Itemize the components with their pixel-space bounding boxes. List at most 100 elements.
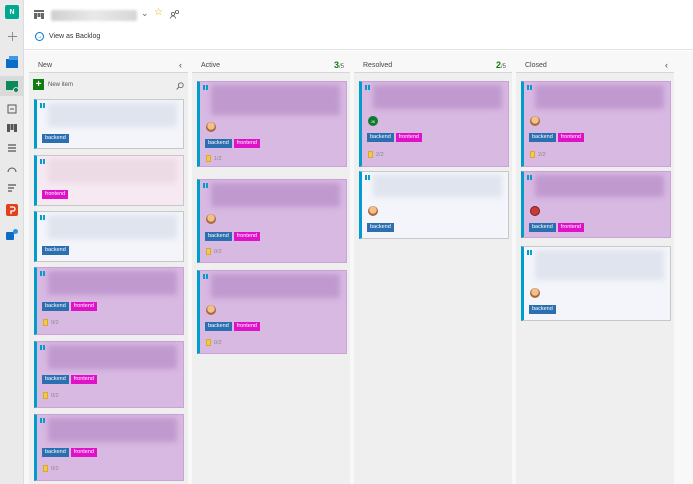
backlog-icon[interactable] xyxy=(5,141,19,155)
card-title-redacted[interactable] xyxy=(535,175,664,197)
card-title-redacted[interactable] xyxy=(48,345,177,369)
tag-frontend[interactable]: frontend xyxy=(557,223,584,232)
assignee-avatar[interactable] xyxy=(530,206,540,216)
work-item-card[interactable]: JK backend frontend 2/2 xyxy=(359,81,509,167)
search-icon[interactable] xyxy=(176,82,184,90)
tag-frontend[interactable]: frontend xyxy=(233,322,260,331)
assignee-avatar[interactable]: JK xyxy=(368,116,378,126)
assignee-avatar[interactable] xyxy=(530,116,540,126)
work-item-card[interactable]: backend xyxy=(521,246,671,321)
work-items-icon[interactable] xyxy=(5,102,19,116)
work-item-type-icon xyxy=(40,418,46,423)
tag-frontend[interactable]: frontend xyxy=(395,133,422,142)
work-item-card[interactable]: backend frontend 0/2 xyxy=(34,414,184,481)
task-count: 0/2 xyxy=(51,392,59,399)
work-item-card[interactable]: backend frontend 2/2 xyxy=(521,81,671,167)
card-title-redacted[interactable] xyxy=(373,85,502,109)
tag-backend[interactable]: backend xyxy=(42,302,69,311)
card-title-redacted[interactable] xyxy=(48,159,177,183)
queries-icon[interactable] xyxy=(5,181,19,195)
tag-backend[interactable]: backend xyxy=(529,305,556,314)
add-icon[interactable] xyxy=(5,29,19,43)
task-progress[interactable]: 0/2 xyxy=(43,392,59,399)
assignee-avatar[interactable] xyxy=(368,206,378,216)
tag-frontend[interactable]: frontend xyxy=(233,232,260,241)
board-icon[interactable] xyxy=(5,121,19,135)
sprints-icon[interactable] xyxy=(5,161,19,175)
card-title-redacted[interactable] xyxy=(48,271,177,295)
card-title-redacted[interactable] xyxy=(48,215,177,239)
card-title-redacted[interactable] xyxy=(48,418,177,442)
card-title-redacted[interactable] xyxy=(535,85,664,109)
task-count: 2/2 xyxy=(538,151,546,158)
extension-icon[interactable] xyxy=(5,228,19,242)
chevron-down-icon[interactable]: ⌄ xyxy=(141,8,149,19)
card-title-redacted[interactable] xyxy=(211,85,340,115)
work-item-card[interactable]: frontend xyxy=(34,155,184,206)
column-title: Closed xyxy=(525,62,547,69)
task-progress[interactable]: 0/2 xyxy=(43,319,59,326)
new-item-button[interactable]: + New item xyxy=(33,79,73,90)
task-progress[interactable]: 0/2 xyxy=(206,248,222,255)
assignee-avatar[interactable] xyxy=(206,122,216,132)
tag-backend[interactable]: backend xyxy=(205,232,232,241)
work-item-card[interactable]: backend xyxy=(34,211,184,262)
overview-icon[interactable] xyxy=(5,55,19,69)
test-plans-icon[interactable] xyxy=(5,203,19,217)
task-progress[interactable]: 0/2 xyxy=(206,339,222,346)
card-title-redacted[interactable] xyxy=(535,250,664,280)
tasks-icon xyxy=(206,155,211,162)
card-title-redacted[interactable] xyxy=(48,103,177,127)
tag-backend[interactable]: backend xyxy=(205,322,232,331)
work-item-card[interactable]: backend frontend xyxy=(521,171,671,238)
tag-backend[interactable]: backend xyxy=(529,133,556,142)
task-progress[interactable]: 1/2 xyxy=(206,155,222,162)
card-title-redacted[interactable] xyxy=(211,274,340,298)
chevron-left-icon[interactable]: ‹ xyxy=(665,60,668,70)
tag-frontend[interactable]: frontend xyxy=(233,139,260,148)
boards-icon[interactable] xyxy=(5,79,19,93)
work-item-card[interactable]: backend frontend 0/2 xyxy=(197,270,347,354)
work-item-card[interactable]: backend xyxy=(34,99,184,149)
work-item-card[interactable]: backend frontend 1/2 xyxy=(197,81,347,167)
task-progress[interactable]: 2/2 xyxy=(530,151,546,158)
tag-backend[interactable]: backend xyxy=(367,223,394,232)
tasks-icon xyxy=(43,319,48,326)
tag-frontend[interactable]: frontend xyxy=(557,133,584,142)
tag-frontend[interactable]: frontend xyxy=(70,302,97,311)
left-nav-rail: N xyxy=(0,0,24,484)
board-header: ⌄ ☆ → View as Backlog xyxy=(24,0,693,50)
work-item-card[interactable]: backend frontend 0/2 xyxy=(34,267,184,335)
card-title-redacted[interactable] xyxy=(211,183,340,207)
view-as-backlog-link[interactable]: → View as Backlog xyxy=(35,32,100,41)
work-item-card[interactable]: backend xyxy=(359,171,509,239)
column-resolved: Resolved 2/5 JK backend frontend 2/2 bac… xyxy=(354,57,512,484)
task-progress[interactable]: 0/2 xyxy=(43,465,59,472)
card-title-redacted[interactable] xyxy=(373,175,502,197)
favorite-star-icon[interactable]: ☆ xyxy=(154,7,163,18)
org-badge[interactable]: N xyxy=(5,5,19,19)
team-members-icon[interactable] xyxy=(170,9,180,19)
column-title: New xyxy=(38,62,53,69)
wip-limit: /5 xyxy=(500,64,506,70)
tag-backend[interactable]: backend xyxy=(42,375,69,384)
assignee-avatar[interactable] xyxy=(206,214,216,224)
assignee-avatar[interactable] xyxy=(206,305,216,315)
tag-list: backend frontend xyxy=(529,133,584,142)
tag-frontend[interactable]: frontend xyxy=(42,190,69,199)
tag-backend[interactable]: backend xyxy=(42,246,69,255)
task-progress[interactable]: 2/2 xyxy=(368,151,384,158)
assignee-avatar[interactable] xyxy=(530,288,540,298)
work-item-card[interactable]: backend frontend 0/2 xyxy=(34,341,184,408)
work-item-card[interactable]: backend frontend 0/2 xyxy=(197,179,347,263)
tag-frontend[interactable]: frontend xyxy=(70,448,97,457)
tag-backend[interactable]: backend xyxy=(42,134,69,143)
board-header-icon xyxy=(34,10,44,19)
tag-frontend[interactable]: frontend xyxy=(70,375,97,384)
tag-backend[interactable]: backend xyxy=(205,139,232,148)
tag-backend[interactable]: backend xyxy=(367,133,394,142)
tag-backend[interactable]: backend xyxy=(42,448,69,457)
tag-backend[interactable]: backend xyxy=(529,223,556,232)
chevron-left-icon[interactable]: ‹ xyxy=(179,60,182,70)
board-title-redacted[interactable] xyxy=(51,10,137,21)
